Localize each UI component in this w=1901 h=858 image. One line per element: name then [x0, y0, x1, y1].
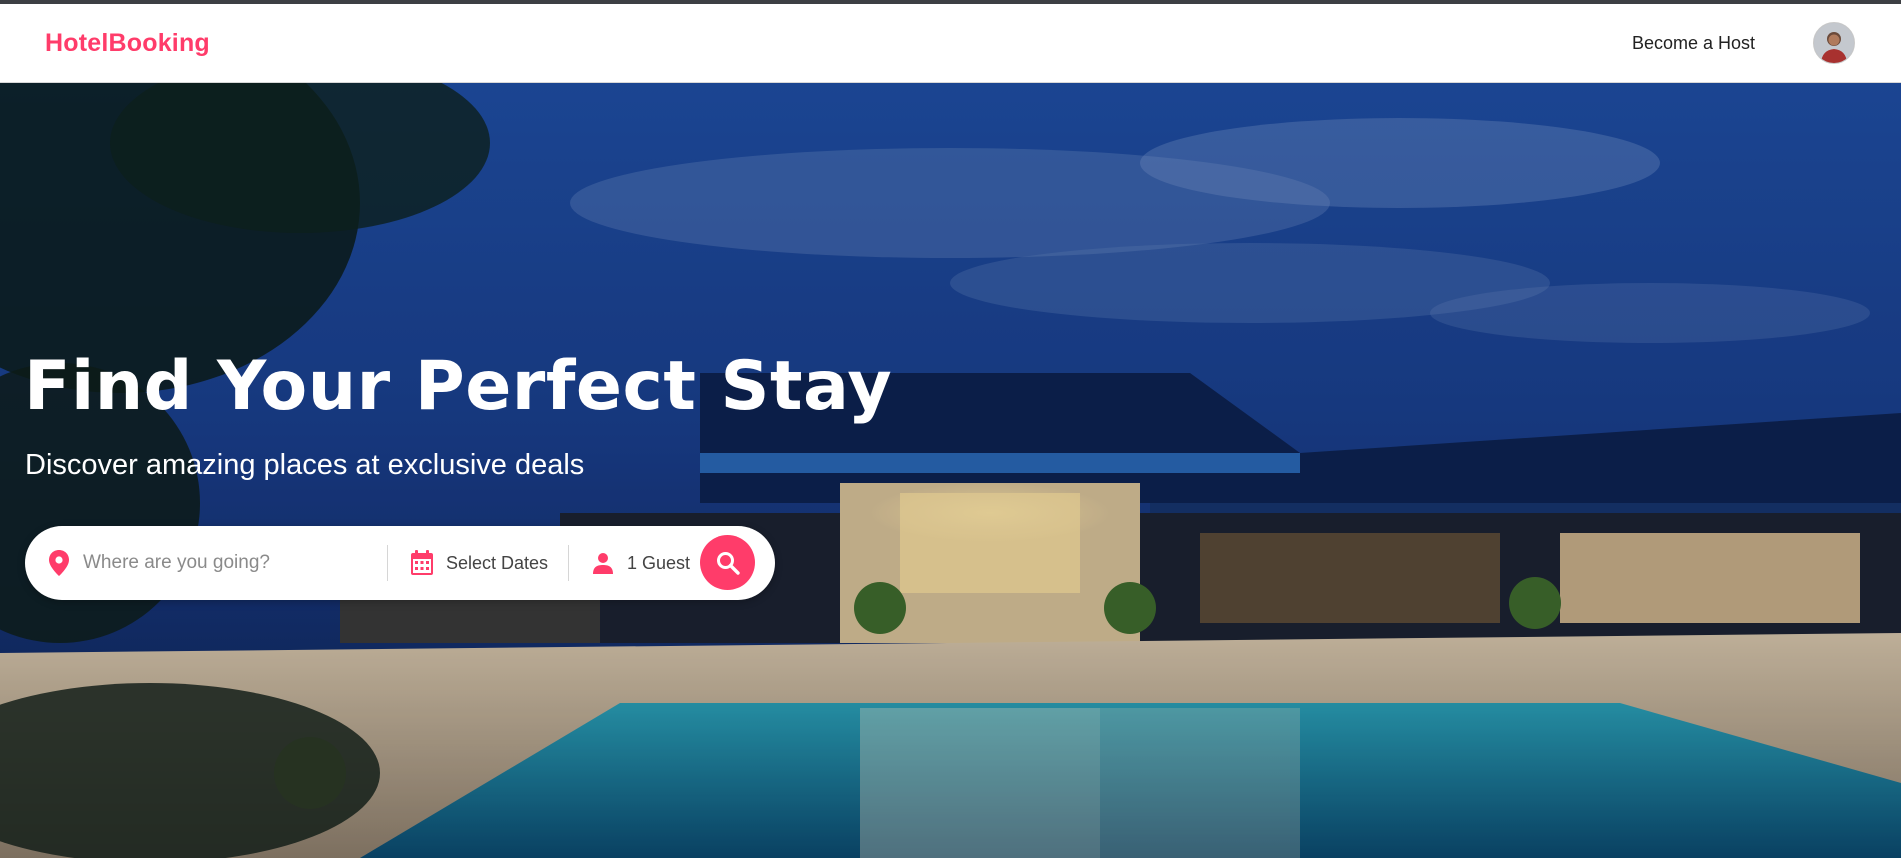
dates-picker[interactable]: Select Dates — [388, 550, 568, 576]
search-button[interactable] — [700, 535, 755, 590]
destination-input[interactable] — [81, 551, 375, 575]
dates-label: Select Dates — [446, 552, 549, 573]
map-pin-icon — [49, 550, 69, 576]
destination-segment[interactable] — [25, 549, 387, 577]
user-avatar[interactable] — [1813, 22, 1855, 64]
hero-title: Find Your Perfect Stay — [24, 347, 893, 426]
guests-label: 1 Guest — [627, 552, 691, 573]
navbar: HotelBooking Become a Host — [0, 4, 1901, 83]
search-icon — [716, 551, 740, 575]
nav-right: Become a Host — [1632, 22, 1855, 64]
hero-section: Find Your Perfect Stay Discover amazing … — [0, 83, 1901, 858]
avatar-icon — [1814, 23, 1854, 63]
become-host-link[interactable]: Become a Host — [1632, 33, 1755, 54]
person-icon — [593, 553, 613, 574]
search-bar: Select Dates 1 Guest — [25, 526, 775, 600]
hero-subtitle: Discover amazing places at exclusive dea… — [25, 449, 585, 481]
brand-logo[interactable]: HotelBooking — [45, 29, 210, 58]
calendar-icon — [411, 550, 433, 575]
guests-picker[interactable]: 1 Guest — [569, 551, 690, 575]
